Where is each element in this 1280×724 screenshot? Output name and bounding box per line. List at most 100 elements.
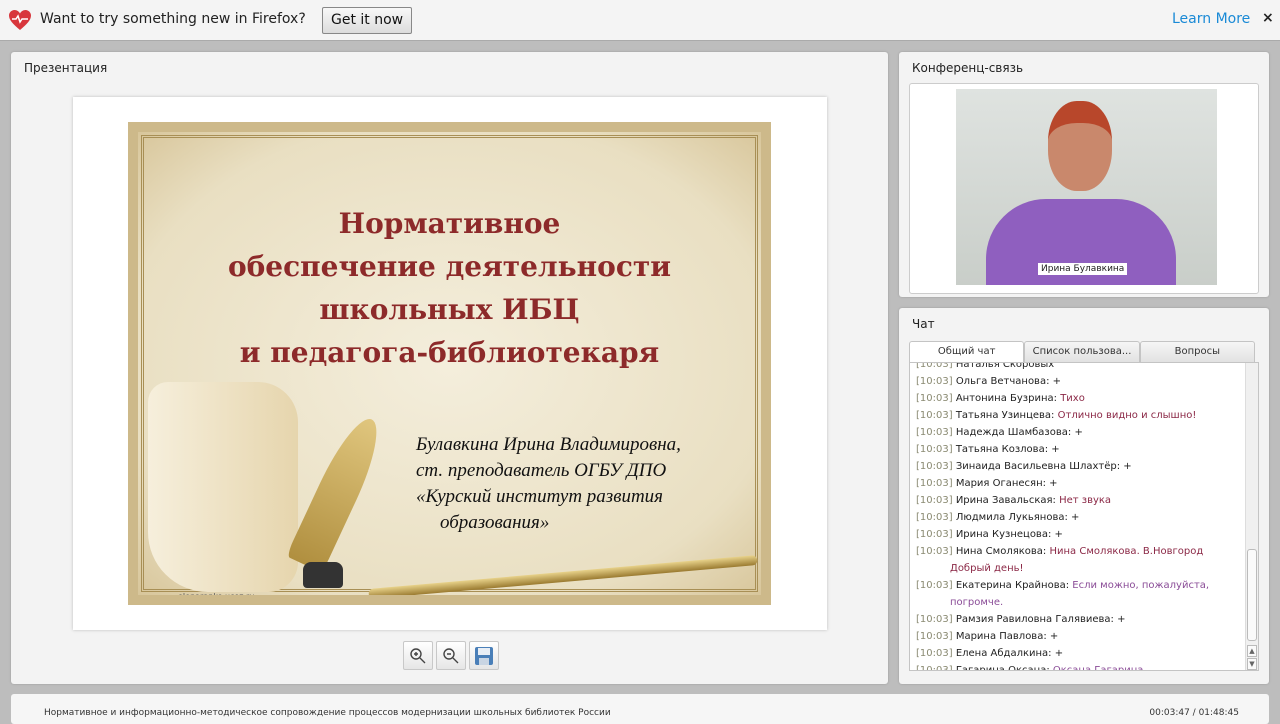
message-text: + xyxy=(1054,529,1063,540)
slide-title-line: Нормативное xyxy=(338,207,561,240)
scroll-illustration xyxy=(148,382,298,592)
tab-questions[interactable]: Вопросы xyxy=(1139,341,1255,362)
chat-message: [10:03] Нина Смолякова: Нина Смолякова. … xyxy=(916,543,1241,577)
message-text: + xyxy=(1054,648,1064,659)
message-time: [10:03] xyxy=(916,410,953,421)
slide-author: Булавкина Ирина Владимировна, ст. препод… xyxy=(416,432,681,536)
message-text: + xyxy=(1052,376,1062,387)
notification-message: Want to try something new in Firefox? xyxy=(40,11,306,27)
chat-message: [10:03] Рамзия Равиловна Галявиева: + xyxy=(916,611,1241,628)
save-button[interactable] xyxy=(469,641,499,670)
message-time: [10:03] xyxy=(916,461,953,472)
message-author: Гагарина Оксана: xyxy=(955,665,1050,671)
chat-message: [10:03] Надежда Шамбазова: + xyxy=(916,424,1241,441)
message-text: + xyxy=(1117,614,1126,625)
presentation-panel: Презентация Нормативное обеспечение деят… xyxy=(11,52,888,684)
chat-messages: [10:03] Наталья Скоровых [10:03] Ольга В… xyxy=(909,362,1259,671)
message-time: [10:03] xyxy=(916,362,953,370)
panel-title: Конференц-связь xyxy=(912,61,1024,75)
message-author: Людмила Лукьянова: xyxy=(955,512,1068,523)
chat-message: [10:03] Екатерина Крайнова: Если можно, … xyxy=(916,577,1241,611)
chat-panel: Чат Общий чат Список пользова... Вопросы… xyxy=(899,308,1269,684)
slide-title: Нормативное обеспечение деятельности шко… xyxy=(138,202,761,374)
message-time: [10:03] xyxy=(916,393,953,404)
get-it-now-button[interactable]: Get it now xyxy=(322,7,413,34)
message-text: + xyxy=(1074,427,1083,438)
chat-message: [10:03] Людмила Лукьянова: + xyxy=(916,509,1241,526)
slide-title-line: и педагога-библиотекаря xyxy=(239,336,660,369)
scroll-down-arrow-icon[interactable]: ▼ xyxy=(1247,658,1257,670)
webcam-video[interactable]: Ирина Булавкина xyxy=(956,89,1217,285)
conference-panel: Конференц-связь Ирина Булавкина xyxy=(899,52,1269,297)
message-author: Ирина Завальская: xyxy=(955,495,1056,506)
chat-message: [10:03] Марина Павлова: + xyxy=(916,628,1241,645)
message-time: [10:03] xyxy=(916,495,953,506)
scrollbar[interactable]: ▲ ▼ xyxy=(1245,363,1258,670)
scroll-up-arrow-icon[interactable]: ▲ xyxy=(1247,645,1257,657)
message-author: Марина Павлова: xyxy=(955,631,1047,642)
message-author: Татьяна Узинцева: xyxy=(955,410,1055,421)
message-author: Наталья Скоровых xyxy=(955,362,1055,370)
video-frame: Ирина Булавкина xyxy=(909,83,1259,294)
message-time: [10:03] xyxy=(916,665,953,671)
tab-general-chat[interactable]: Общий чат xyxy=(909,341,1025,362)
message-text: Нет звука xyxy=(1059,495,1112,506)
message-text: + xyxy=(1049,631,1059,642)
zoom-out-button[interactable] xyxy=(436,641,466,670)
speaker-head xyxy=(1048,101,1112,191)
message-author: Ирина Кузнецова: xyxy=(955,529,1052,540)
pen-illustration xyxy=(368,555,758,595)
zoom-in-button[interactable] xyxy=(403,641,433,670)
message-time: [10:03] xyxy=(916,512,953,523)
slide-viewer: Нормативное обеспечение деятельности шко… xyxy=(73,97,827,630)
learn-more-link[interactable]: Learn More xyxy=(1172,11,1250,27)
chat-message: [10:03] Антонина Бузрина: Тихо xyxy=(916,390,1241,407)
chat-message: [10:03] Татьяна Козлова: + xyxy=(916,441,1241,458)
chat-message: [10:03] Ирина Завальская: Нет звука xyxy=(916,492,1241,509)
author-line: ст. преподаватель ОГБУ ДПО xyxy=(416,460,667,481)
chat-message: [10:03] Мария Оганесян: + xyxy=(916,475,1241,492)
message-time: [10:03] xyxy=(916,444,953,455)
zoom-out-icon xyxy=(443,647,459,663)
message-time: [10:03] xyxy=(916,546,953,557)
panel-title: Чат xyxy=(912,317,935,331)
message-author: Мария Оганесян: xyxy=(955,478,1046,489)
slide-title-line: обеспечение деятельности xyxy=(227,250,672,283)
message-time: [10:03] xyxy=(916,529,953,540)
chat-message: [10:03] Зинаида Васильевна Шлахтёр: + xyxy=(916,458,1241,475)
message-time: [10:03] xyxy=(916,376,953,387)
chat-message: [10:03] Ольга Ветчанова: + xyxy=(916,373,1241,390)
chat-message: [10:03] Гагарина Оксана: Оксана Гагарина xyxy=(916,662,1241,671)
scrollbar-thumb[interactable] xyxy=(1247,549,1257,641)
message-text: + xyxy=(1071,512,1080,523)
message-text: Тихо xyxy=(1060,393,1085,404)
zoom-in-icon xyxy=(410,647,426,663)
feather-illustration xyxy=(286,411,390,573)
message-time: [10:03] xyxy=(916,631,953,642)
message-time: [10:03] xyxy=(916,478,953,489)
message-text: Оксана Гагарина xyxy=(1052,665,1144,671)
save-icon xyxy=(475,646,493,665)
message-author: Антонина Бузрина: xyxy=(955,393,1057,404)
message-text: Отлично видно и слышно! xyxy=(1057,410,1197,421)
message-time: [10:03] xyxy=(916,427,953,438)
slide-toolbar xyxy=(403,641,499,670)
slide-image: Нормативное обеспечение деятельности шко… xyxy=(128,122,771,605)
message-author: Надежда Шамбазова: xyxy=(955,427,1072,438)
message-text: + xyxy=(1049,478,1058,489)
message-author: Елена Абдалкина: xyxy=(955,648,1052,659)
chat-message: [10:03] Елена Абдалкина: + xyxy=(916,645,1241,662)
webinar-title: Нормативное и информационно-методическое… xyxy=(44,708,611,718)
playback-time: 00:03:47 / 01:48:45 xyxy=(1149,708,1239,718)
chat-message: [10:03] Татьяна Узинцева: Отлично видно … xyxy=(916,407,1241,424)
message-author: Зинаида Васильевна Шлахтёр: xyxy=(955,461,1121,472)
message-time: [10:03] xyxy=(916,580,953,591)
inkwell-illustration xyxy=(303,562,343,588)
firefox-notification-bar: Want to try something new in Firefox? Ge… xyxy=(0,0,1280,41)
tab-user-list[interactable]: Список пользова... xyxy=(1024,341,1140,362)
message-text: + xyxy=(1051,444,1060,455)
message-text: + xyxy=(1123,461,1132,472)
message-author: Татьяна Козлова: xyxy=(955,444,1049,455)
chat-message: [10:03] Ирина Кузнецова: + xyxy=(916,526,1241,543)
close-icon[interactable]: × xyxy=(1262,10,1274,26)
